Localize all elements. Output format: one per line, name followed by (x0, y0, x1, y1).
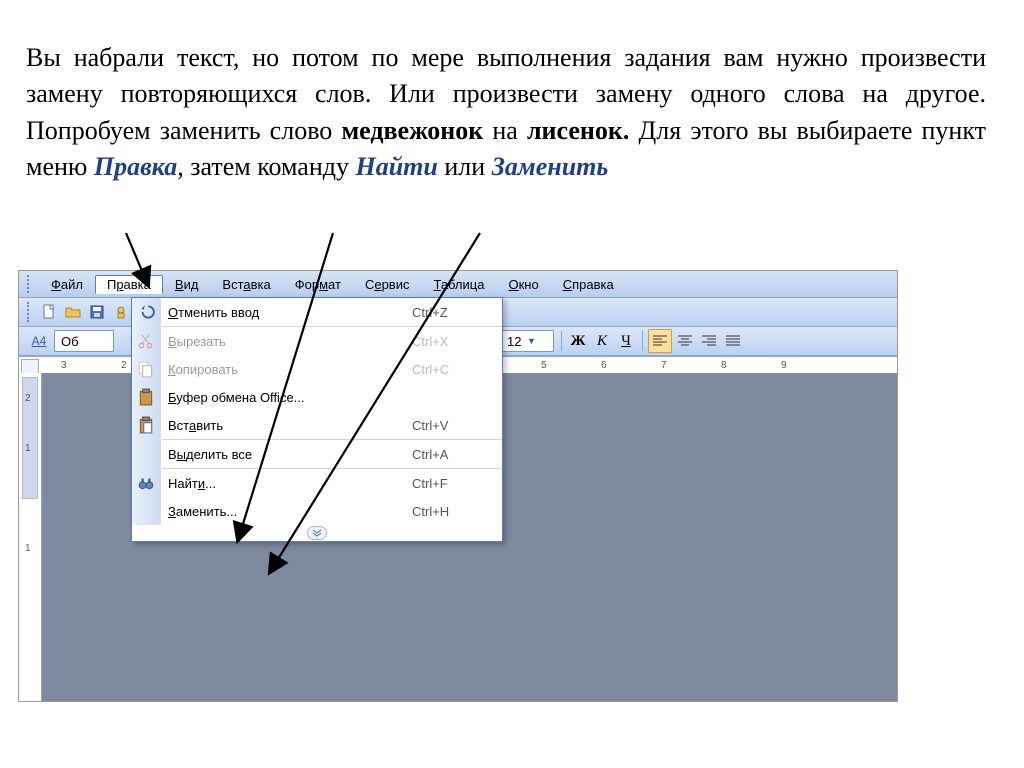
menu-window[interactable]: Окно (496, 275, 550, 294)
menu-expand-button[interactable] (132, 525, 502, 541)
cut-icon (137, 332, 155, 350)
styles-pane-icon[interactable]: A4 (28, 330, 50, 352)
menu-edit[interactable]: Правка (95, 275, 163, 294)
menu-label: Отменить ввод (168, 305, 412, 320)
menu-label: Копировать (168, 362, 412, 377)
menu-item-replace[interactable]: Заменить... Ctrl+H (132, 497, 502, 525)
menu-item-cut[interactable]: Вырезать Ctrl+X (132, 327, 502, 355)
menu-label: Найти... (168, 476, 412, 491)
vertical-ruler: 2 1 1 (19, 373, 42, 701)
instruction-text: Вы набрали текст, но потом по мере выпол… (26, 40, 986, 186)
align-justify-button[interactable] (722, 330, 744, 352)
menu-label: Буфер обмена Office... (168, 390, 412, 405)
word-app-window: Файл Правка Вид Вставка Формат Сервис Та… (18, 270, 898, 702)
undo-icon (137, 303, 155, 321)
ruler-number: 6 (601, 360, 607, 371)
font-size-value: 12 (507, 334, 521, 349)
menu-shortcut: Ctrl+V (412, 418, 502, 433)
style-value: Об (61, 334, 79, 349)
bold-button[interactable]: Ж (567, 330, 589, 352)
menu-help[interactable]: Справка (551, 275, 626, 294)
italic-button[interactable]: К (591, 330, 613, 352)
open-icon[interactable] (62, 301, 84, 323)
menu-item-office-clipboard[interactable]: Буфер обмена Office... (132, 383, 502, 411)
toolbar-grip (27, 302, 33, 322)
paste-icon (137, 416, 155, 434)
menu-shortcut: Ctrl+F (412, 476, 502, 491)
menu-table[interactable]: Таблица (421, 275, 496, 294)
menu-shortcut: Ctrl+X (412, 334, 502, 349)
ruler-number: 3 (61, 360, 67, 371)
menu-item-copy[interactable]: Копировать Ctrl+C (132, 355, 502, 383)
menu-shortcut: Ctrl+H (412, 504, 502, 519)
align-left-button[interactable] (648, 329, 672, 353)
style-combo[interactable]: Об (54, 330, 114, 352)
menu-label: Вырезать (168, 334, 412, 349)
menubar: Файл Правка Вид Вставка Формат Сервис Та… (19, 271, 897, 298)
copy-icon (137, 360, 155, 378)
binoculars-icon (137, 474, 155, 492)
menu-format[interactable]: Формат (283, 275, 353, 294)
menu-shortcut: Ctrl+C (412, 362, 502, 377)
align-right-button[interactable] (698, 330, 720, 352)
edit-menu-dropdown: Отменить ввод Ctrl+Z Вырезать Ctrl+X Коп… (131, 297, 503, 542)
chevron-down-icon: ▼ (525, 336, 537, 346)
toolbar-grip (27, 275, 33, 293)
font-size-combo[interactable]: 12 ▼ (500, 330, 554, 352)
menu-label: Заменить... (168, 504, 412, 519)
menu-label: Вставить (168, 418, 412, 433)
align-center-button[interactable] (674, 330, 696, 352)
menu-file[interactable]: Файл (39, 275, 95, 294)
menu-item-select-all[interactable]: Выделить все Ctrl+A (132, 440, 502, 468)
permission-icon[interactable] (110, 301, 132, 323)
menu-item-find[interactable]: Найти... Ctrl+F (132, 469, 502, 497)
menu-tools[interactable]: Сервис (353, 275, 422, 294)
ruler-number: 9 (781, 360, 787, 371)
menu-shortcut: Ctrl+Z (412, 305, 502, 320)
menu-label: Выделить все (168, 447, 412, 462)
clipboard-icon (137, 388, 155, 406)
ruler-number: 7 (661, 360, 667, 371)
underline-button[interactable]: Ч (615, 330, 637, 352)
ruler-number: 5 (541, 360, 547, 371)
menu-shortcut: Ctrl+A (412, 447, 502, 462)
ruler-number: 8 (721, 360, 727, 371)
menu-item-paste[interactable]: Вставить Ctrl+V (132, 411, 502, 439)
menu-view[interactable]: Вид (163, 275, 211, 294)
save-icon[interactable] (86, 301, 108, 323)
chevron-down-icon (307, 526, 327, 540)
menu-insert[interactable]: Вставка (210, 275, 282, 294)
menu-item-undo[interactable]: Отменить ввод Ctrl+Z (132, 298, 502, 326)
ruler-number: 2 (121, 360, 127, 371)
new-doc-icon[interactable] (38, 301, 60, 323)
